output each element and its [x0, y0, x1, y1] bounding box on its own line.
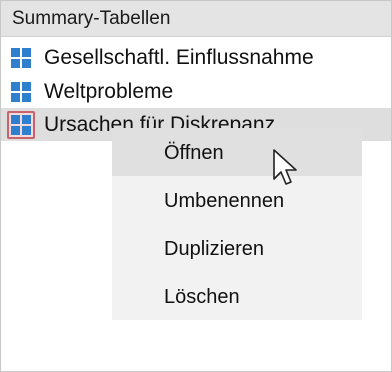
- menu-item-label: Öffnen: [164, 142, 224, 164]
- menu-item-label: Umbenennen: [164, 190, 285, 212]
- menu-item-rename[interactable]: Umbenennen: [112, 176, 362, 224]
- table-grid-icon: [7, 111, 35, 139]
- menu-item-open[interactable]: Öffnen: [112, 128, 362, 176]
- menu-item-label: Löschen: [164, 286, 240, 308]
- panel-title: Summary-Tabellen: [12, 8, 171, 29]
- menu-item-duplicate[interactable]: Duplizieren: [112, 224, 362, 272]
- menu-item-delete[interactable]: Löschen: [112, 272, 362, 320]
- panel-header: Summary-Tabellen: [1, 1, 391, 37]
- context-menu: Öffnen Umbenennen Duplizieren Löschen: [112, 128, 362, 320]
- tree-item-weltprobleme[interactable]: Weltprobleme: [1, 75, 391, 108]
- tree-item-label: Gesellschaftl. Einflussnahme: [44, 46, 314, 69]
- table-grid-icon: [11, 48, 31, 68]
- mouse-pointer-icon: [272, 148, 302, 188]
- menu-item-label: Duplizieren: [164, 238, 265, 260]
- tree-item-gesellschaftl-einflussnahme[interactable]: Gesellschaftl. Einflussnahme: [1, 41, 391, 74]
- tree-item-label: Weltprobleme: [44, 80, 174, 103]
- table-grid-icon: [11, 82, 31, 102]
